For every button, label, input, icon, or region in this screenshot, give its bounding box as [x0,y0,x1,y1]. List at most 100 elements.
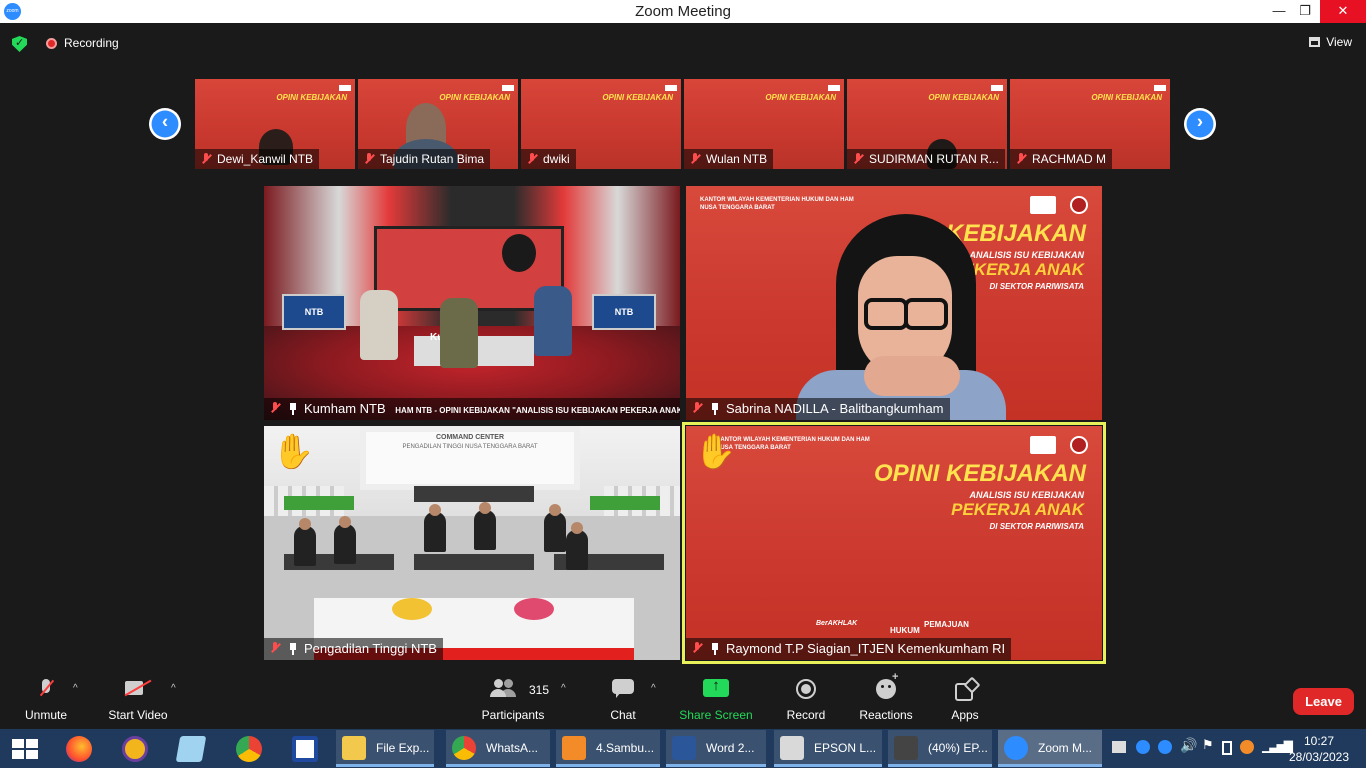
attendee-figure [474,510,496,550]
participant-name: RACHMAD M [1032,152,1106,166]
chrome-taskbar-icon[interactable] [226,729,270,768]
apps-icon [955,679,975,701]
audio-options-caret[interactable]: ^ [73,683,78,694]
participant-thumbnail[interactable]: OPINI KEBIJAKAN Dewi_Kanwil NTB [195,79,355,169]
participant-name: Dewi_Kanwil NTB [217,152,314,166]
taskbar-task[interactable]: File Exp... [336,730,434,767]
scanner-icon [780,736,804,760]
mic-muted-icon [270,402,280,414]
firefox-taskbar-icon[interactable] [56,729,100,768]
taskbar-task[interactable]: (40%) EP... [888,730,992,767]
chat-options-caret[interactable]: ^ [651,683,656,694]
participant-thumbnail[interactable]: OPINI KEBIJAKAN dwiki [521,79,681,169]
video-options-caret[interactable]: ^ [171,683,176,694]
participant-name-bar: Kumham NTB HAM NTB - OPINI KEBIJAKAN "AN… [264,398,680,420]
restore-button[interactable]: ❐ [1290,0,1320,23]
task-label: File Exp... [376,741,430,755]
reactions-button[interactable]: Reactions [856,669,916,729]
clock-date: 28/03/2023 [1288,750,1350,764]
volume-icon[interactable]: 🔊 [1180,737,1197,754]
attendee-face [429,504,441,516]
share-screen-button[interactable]: Share Screen [678,669,754,729]
participants-button[interactable]: Participants [478,669,548,729]
flower-arrangement [392,598,432,620]
notes-taskbar-icon[interactable] [168,729,212,768]
start-video-button[interactable]: Start Video [104,669,172,729]
leave-button[interactable]: Leave [1293,688,1354,715]
flag-icon[interactable]: ⚑ [1202,737,1214,753]
meeting-topbar: Recording View [0,23,1366,63]
taskbar-task[interactable]: WhatsA... [446,730,550,767]
previous-page-button[interactable]: ‹ [149,108,181,140]
raised-hand-icon: ✋ [272,433,315,471]
system-tray: 🔊 ⚑ ▁▃▅▇ [1108,729,1293,768]
taskbar-task[interactable]: Word 2... [666,730,766,767]
bluetooth-icon[interactable] [1136,740,1150,754]
poster-subtitle: ANALISIS ISU KEBIJAKAN [969,250,1084,260]
participant-name: SUDIRMAN RUTAN R... [869,152,999,166]
glasses-icon [862,298,950,330]
mic-muted-icon [853,153,863,165]
taskbar-task[interactable]: 4.Sambu... [556,730,660,767]
zoom-tray-icon[interactable] [1158,740,1172,754]
task-label: EPSON L... [814,741,877,755]
mic-muted-icon [201,153,211,165]
pin-icon [288,643,298,655]
video-tile-kumham-ntb[interactable]: NTB NTB Kumham Kumham NTB HAM NTB - OPIN… [264,186,680,420]
apps-button[interactable]: Apps [944,669,986,729]
participant-name-bar: Dewi_Kanwil NTB [195,149,320,169]
attendee-face [549,504,561,516]
poster-title: OPINI KEBIJAKAN [276,93,347,102]
logo-mark [339,85,351,91]
poster-title: OPINI KEBIJAKAN [602,93,673,102]
participant-name: Wulan NTB [706,152,768,166]
view-button[interactable]: View [1309,35,1352,49]
next-page-button[interactable]: › [1184,108,1216,140]
vpn-taskbar-icon[interactable] [112,729,156,768]
participant-thumbnail[interactable]: OPINI KEBIJAKAN SUDIRMAN RUTAN R... [847,79,1007,169]
chat-button[interactable]: Chat [598,669,648,729]
meeting-table [414,486,534,502]
presenter-figure [502,234,536,272]
room-sign-subtitle: PENGADILAN TINGGI NUSA TENGGARA BARAT [402,444,538,450]
participant-name-bar: SUDIRMAN RUTAN R... [847,149,1005,169]
participant-thumbnail[interactable]: OPINI KEBIJAKAN RACHMAD M [1010,79,1170,169]
unmute-button[interactable]: Unmute [16,669,76,729]
poster-title: OPINI KEBIJAKAN [928,93,999,102]
windows-taskbar: File Exp... WhatsA... 4.Sambu... Word 2.… [0,729,1366,768]
poster-header-line: KANTOR WILAYAH KEMENTERIAN HUKUM DAN HAM [700,197,854,203]
studio-monitor-left: NTB [282,294,346,330]
avast-icon[interactable] [1240,740,1254,754]
word-icon [672,736,696,760]
battery-icon[interactable] [1222,741,1232,755]
meeting-toolbar: Unmute ^ Start Video ^ Participants 315 … [0,669,1366,729]
participant-thumbnail[interactable]: OPINI KEBIJAKAN Tajudin Rutan Bima [358,79,518,169]
reactions-icon [876,671,898,699]
participants-icon [489,679,516,697]
security-shield-icon[interactable] [12,36,27,52]
view-label: View [1326,35,1352,49]
poster-title: OPINI KEBIJAKAN [1091,93,1162,102]
participant-thumbnail[interactable]: OPINI KEBIJAKAN Wulan NTB [684,79,844,169]
room-sign-title: COMMAND CENTER [435,434,505,441]
taskbar-clock[interactable]: 10:27 28/03/2023 [1284,733,1354,765]
record-button[interactable]: Record [780,669,832,729]
scan-app-taskbar-icon[interactable] [282,729,326,768]
video-tile-pengadilan-tinggi[interactable]: COMMAND CENTER PENGADILAN TINGGI NUSA TE… [264,426,680,660]
video-tile-sabrina[interactable]: KANTOR WILAYAH KEMENTERIAN HUKUM DAN HAM… [686,186,1102,420]
taskbar-task[interactable]: EPSON L... [774,730,882,767]
close-button[interactable]: ✕ [1320,0,1366,23]
poster-header: KANTOR WILAYAH KEMENTERIAN HUKUM DAN HAM… [700,196,854,212]
chevron-right-icon: › [1186,110,1214,138]
printer-tray-icon[interactable] [1112,741,1126,753]
mic-muted-icon [527,153,537,165]
participants-options-caret[interactable]: ^ [561,683,566,694]
broadcast-ticker: HAM NTB - OPINI KEBIJAKAN "ANALISIS ISU … [395,406,680,415]
pin-icon [710,403,720,415]
pin-icon [288,403,298,415]
windows-start-icon[interactable] [12,739,38,759]
task-label: 4.Sambu... [596,741,655,755]
studio-monitor-right: NTB [592,294,656,330]
participant-name-bar: Sabrina NADILLA - Balitbangkumham [686,398,950,420]
taskbar-task[interactable]: Zoom M... [998,730,1102,767]
